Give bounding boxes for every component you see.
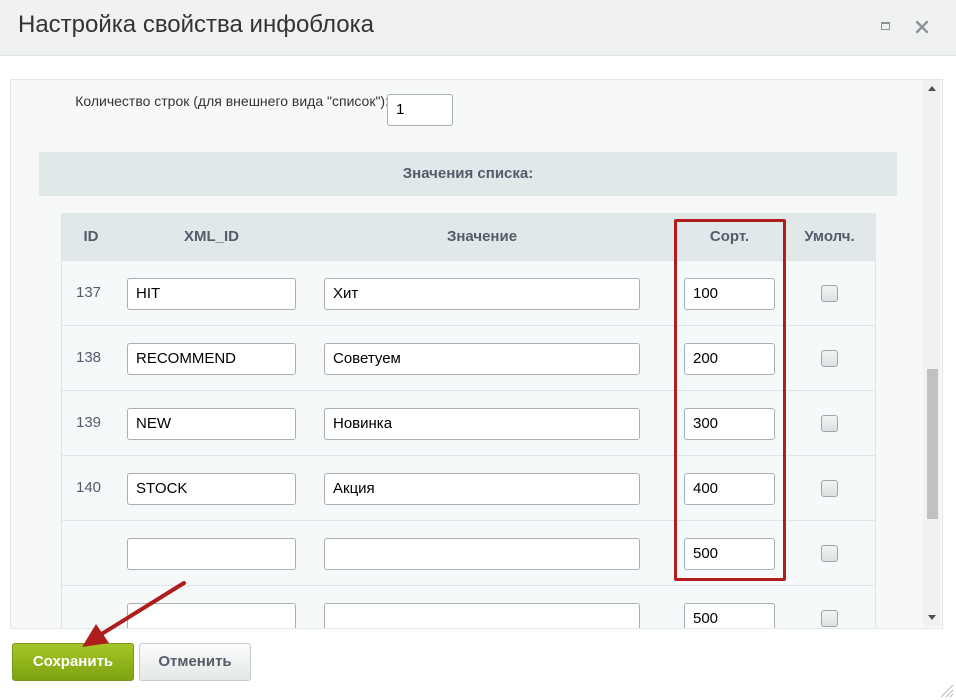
close-icon <box>915 20 929 34</box>
value-input[interactable]: Советуем <box>324 343 640 375</box>
xml-id-input[interactable]: STOCK <box>127 473 296 505</box>
sort-input[interactable]: 500 <box>684 538 775 570</box>
row-id: 138 <box>76 349 102 366</box>
maximize-icon <box>881 22 890 30</box>
xml-id-input[interactable]: NEW <box>127 408 296 440</box>
column-header-sort: Сорт. <box>709 228 750 245</box>
save-button[interactable]: Сохранить <box>12 643 134 681</box>
sort-input[interactable]: 100 <box>684 278 775 310</box>
xml-id-input[interactable] <box>127 538 296 570</box>
sort-input[interactable]: 400 <box>684 473 775 505</box>
row-id: 140 <box>76 479 102 496</box>
column-header-default: Умолч. <box>804 228 855 245</box>
default-checkbox[interactable] <box>821 545 838 562</box>
vertical-scrollbar[interactable] <box>923 80 940 626</box>
value-input[interactable]: Новинка <box>324 408 640 440</box>
row-count-label: Количество строк (для внешнего вида "спи… <box>75 93 389 109</box>
scrollbar-thumb[interactable] <box>927 369 938 519</box>
table-row: 500 <box>62 520 875 586</box>
scroll-down-arrow-icon[interactable] <box>928 615 936 620</box>
value-input[interactable]: Хит <box>324 278 640 310</box>
column-header-xml-id: XML_ID <box>183 228 239 245</box>
column-header-value: Значение <box>446 228 518 245</box>
maximize-button[interactable] <box>878 18 896 36</box>
table-row: 138 RECOMMEND Советуем 200 <box>62 325 875 391</box>
row-id: 139 <box>76 414 102 431</box>
default-checkbox[interactable] <box>821 480 838 497</box>
dialog-titlebar: Настройка свойства инфоблока <box>0 0 956 56</box>
table-header: ID XML_ID Значение Сорт. Умолч. <box>62 213 875 260</box>
row-id: 137 <box>76 284 102 301</box>
sort-input[interactable]: 200 <box>684 343 775 375</box>
row-count-input[interactable]: 1 <box>387 94 453 126</box>
table-row: 137 HIT Хит 100 <box>62 260 875 326</box>
value-input[interactable]: Акция <box>324 473 640 505</box>
xml-id-input[interactable] <box>127 603 296 628</box>
default-checkbox[interactable] <box>821 610 838 627</box>
sort-input[interactable]: 300 <box>684 408 775 440</box>
xml-id-input[interactable]: HIT <box>127 278 296 310</box>
resize-grip-icon[interactable] <box>938 682 954 698</box>
default-checkbox[interactable] <box>821 285 838 302</box>
dialog-content: Количество строк (для внешнего вида "спи… <box>10 79 943 629</box>
dialog-title: Настройка свойства инфоблока <box>18 11 374 38</box>
table-row: 139 NEW Новинка 300 <box>62 390 875 456</box>
sort-input[interactable]: 500 <box>684 603 775 628</box>
list-values-table: ID XML_ID Значение Сорт. Умолч. 137 HIT … <box>61 213 876 628</box>
close-button[interactable] <box>913 18 931 36</box>
default-checkbox[interactable] <box>821 415 838 432</box>
default-checkbox[interactable] <box>821 350 838 367</box>
list-values-section-title: Значения списка: <box>39 152 897 196</box>
xml-id-input[interactable]: RECOMMEND <box>127 343 296 375</box>
table-row: 500 <box>62 585 875 628</box>
value-input[interactable] <box>324 603 640 628</box>
value-input[interactable] <box>324 538 640 570</box>
cancel-button[interactable]: Отменить <box>139 643 251 681</box>
column-header-id: ID <box>83 228 99 245</box>
scroll-up-arrow-icon[interactable] <box>928 86 936 91</box>
table-row: 140 STOCK Акция 400 <box>62 455 875 521</box>
